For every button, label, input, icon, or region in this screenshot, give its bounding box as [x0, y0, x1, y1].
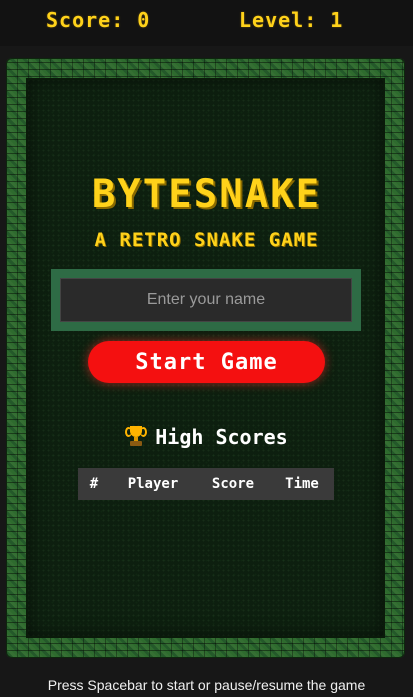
- level-display: Level: 1: [239, 8, 344, 32]
- high-scores-header-row: # Player Score Time: [78, 468, 334, 500]
- player-name-input[interactable]: [60, 278, 352, 322]
- column-header-time: Time: [285, 476, 319, 492]
- game-title: BYTESNAKE: [91, 172, 322, 217]
- column-header-score: Score: [211, 476, 255, 492]
- high-scores-title: High Scores: [155, 425, 288, 449]
- start-game-button[interactable]: Start Game: [88, 341, 325, 383]
- controls-hint: Press Spacebar to start or pause/resume …: [47, 677, 366, 693]
- name-input-frame: [51, 269, 361, 331]
- score-display: Score: 0: [46, 8, 151, 32]
- high-scores-table: # Player Score Time: [78, 468, 334, 500]
- column-header-rank: #: [89, 476, 99, 492]
- trophy-icon: [125, 425, 148, 447]
- high-scores-heading: High Scores: [0, 425, 413, 449]
- column-header-player: Player: [127, 476, 179, 492]
- game-subtitle: A RETRO SNAKE GAME: [94, 229, 319, 251]
- status-bar: Score: 0 Level: 1: [0, 0, 413, 46]
